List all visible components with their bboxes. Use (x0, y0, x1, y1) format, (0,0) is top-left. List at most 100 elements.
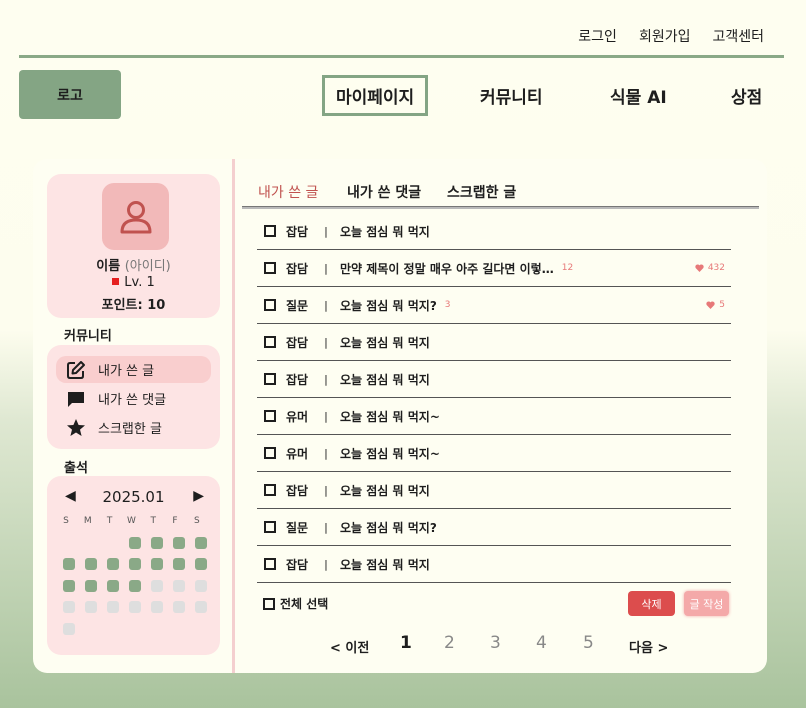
table-row[interactable]: 잡담 | 오늘 점심 뭐 먹지 (257, 213, 731, 250)
tab-my-posts[interactable]: 내가 쓴 글 (258, 182, 318, 202)
cal-weekday: S (193, 516, 200, 526)
cal-day-cell (129, 579, 141, 592)
cal-day-cell (151, 558, 163, 571)
cal-weekday: S (63, 516, 69, 526)
page-3[interactable]: 3 (490, 633, 501, 653)
comment-icon (66, 389, 86, 409)
page-1[interactable]: 1 (400, 633, 412, 653)
table-row[interactable]: 질문 | 오늘 점심 뭐 먹지? 3 5 (257, 287, 731, 324)
post-category: 잡담 (286, 557, 309, 572)
post-title[interactable]: 오늘 점심 뭐 먹지 (340, 334, 430, 351)
nav-shop[interactable]: 상점 (731, 75, 762, 116)
row-separator: | (324, 261, 328, 275)
delete-button[interactable]: 삭제 (628, 591, 675, 616)
login-link[interactable]: 로그인 (578, 26, 617, 46)
cal-day-cell (173, 537, 185, 549)
table-row[interactable]: 잡담 | 오늘 점심 뭐 먹지 (257, 361, 731, 398)
post-title[interactable]: 오늘 점심 뭐 먹지~ (340, 408, 440, 425)
edit-icon (66, 360, 86, 380)
page-2[interactable]: 2 (444, 633, 455, 653)
nav-plant-ai[interactable]: 식물 AI (610, 75, 667, 116)
top-links: 로그인 회원가입 고객센터 (578, 26, 764, 46)
row-separator: | (324, 224, 328, 238)
row-checkbox[interactable] (264, 521, 276, 533)
post-category: 질문 (286, 520, 309, 535)
post-title[interactable]: 오늘 점심 뭐 먹지? (340, 297, 437, 314)
menu-scrapped[interactable]: 스크랩한 글 (56, 414, 211, 441)
side-menu: 내가 쓴 글 내가 쓴 댓글 스크랩한 글 (47, 345, 220, 449)
cal-next-button[interactable]: ▶ (193, 488, 204, 504)
support-link[interactable]: 고객센터 (712, 26, 764, 46)
cal-day-cell (151, 579, 163, 592)
write-post-button[interactable]: 글 작성 (684, 591, 729, 616)
heart-icon (706, 301, 715, 309)
table-row[interactable]: 유머 | 오늘 점심 뭐 먹지~ (257, 435, 731, 472)
row-checkbox[interactable] (264, 558, 276, 570)
page-4[interactable]: 4 (536, 633, 547, 653)
cal-day-cell (151, 601, 163, 614)
cal-day-cell (129, 558, 141, 571)
row-checkbox[interactable] (264, 225, 276, 237)
profile-name: 이름 (아이디) (96, 259, 171, 274)
prev-page-button[interactable]: < 이전 (330, 637, 369, 656)
community-title: 커뮤니티 (64, 329, 112, 344)
row-checkbox[interactable] (264, 373, 276, 385)
profile-card: 이름 (아이디) Lv. 1 포인트: 10 (47, 174, 220, 318)
table-row[interactable]: 유머 | 오늘 점심 뭐 먹지~ (257, 398, 731, 435)
nav-mypage[interactable]: 마이페이지 (322, 75, 429, 116)
post-title[interactable]: 오늘 점심 뭐 먹지 (340, 371, 430, 388)
nav-community[interactable]: 커뮤니티 (480, 75, 543, 116)
post-category: 잡담 (286, 483, 309, 498)
logo[interactable]: 로고 (19, 70, 121, 119)
row-separator: | (324, 446, 328, 460)
post-title[interactable]: 오늘 점심 뭐 먹지~ (340, 445, 440, 462)
post-category: 질문 (286, 298, 309, 313)
row-checkbox[interactable] (264, 262, 276, 274)
cal-day-cell (107, 601, 119, 614)
row-checkbox[interactable] (264, 299, 276, 311)
cal-day-cell (195, 537, 207, 549)
post-title[interactable]: 만약 제목이 정말 매우 아주 길다면 이렇… (340, 260, 554, 277)
post-category: 잡담 (286, 261, 309, 276)
post-title[interactable]: 오늘 점심 뭐 먹지 (340, 556, 430, 573)
cal-day-cell (85, 558, 97, 571)
cal-day-cell (173, 558, 185, 571)
signup-link[interactable]: 회원가입 (639, 26, 691, 46)
post-title[interactable]: 오늘 점심 뭐 먹지 (340, 482, 430, 499)
cal-day-cell (63, 558, 75, 571)
table-row[interactable]: 질문 | 오늘 점심 뭐 먹지? (257, 509, 731, 546)
table-row[interactable]: 잡담 | 만약 제목이 정말 매우 아주 길다면 이렇… 12 432 (257, 250, 731, 287)
cal-weekday: F (172, 516, 178, 526)
table-row[interactable]: 잡담 | 오늘 점심 뭐 먹지 (257, 324, 731, 361)
post-category: 유머 (286, 409, 309, 424)
table-row[interactable]: 잡담 | 오늘 점심 뭐 먹지 (257, 546, 731, 583)
post-title[interactable]: 오늘 점심 뭐 먹지? (340, 519, 437, 536)
row-checkbox[interactable] (264, 336, 276, 348)
menu-my-comments[interactable]: 내가 쓴 댓글 (56, 385, 211, 412)
avatar[interactable] (102, 183, 169, 250)
row-checkbox[interactable] (264, 410, 276, 422)
next-page-button[interactable]: 다음 > (629, 637, 668, 656)
cal-weekday: T (150, 516, 156, 526)
cal-day-cell (107, 558, 119, 571)
star-icon (66, 418, 86, 438)
row-checkbox[interactable] (264, 484, 276, 496)
post-title[interactable]: 오늘 점심 뭐 먹지 (340, 223, 430, 240)
menu-my-posts[interactable]: 내가 쓴 글 (56, 356, 211, 383)
cal-day-cell (173, 601, 185, 614)
table-row[interactable]: 잡담 | 오늘 점심 뭐 먹지 (257, 472, 731, 509)
profile-id: (아이디) (124, 259, 171, 274)
row-checkbox[interactable] (264, 447, 276, 459)
heart-icon (695, 264, 704, 272)
select-all[interactable]: 전체 선택 (263, 595, 328, 612)
tab-my-comments[interactable]: 내가 쓴 댓글 (347, 182, 421, 202)
profile-points: 포인트: 10 (101, 298, 166, 313)
select-all-checkbox[interactable] (263, 597, 275, 610)
comment-count: 3 (444, 300, 451, 310)
cal-day-cell (195, 579, 207, 592)
cal-weekday: M (83, 516, 92, 526)
post-category: 잡담 (286, 335, 309, 350)
tab-underline-edge (242, 206, 759, 207)
tab-scrapped[interactable]: 스크랩한 글 (447, 182, 516, 202)
page-5[interactable]: 5 (583, 633, 594, 653)
